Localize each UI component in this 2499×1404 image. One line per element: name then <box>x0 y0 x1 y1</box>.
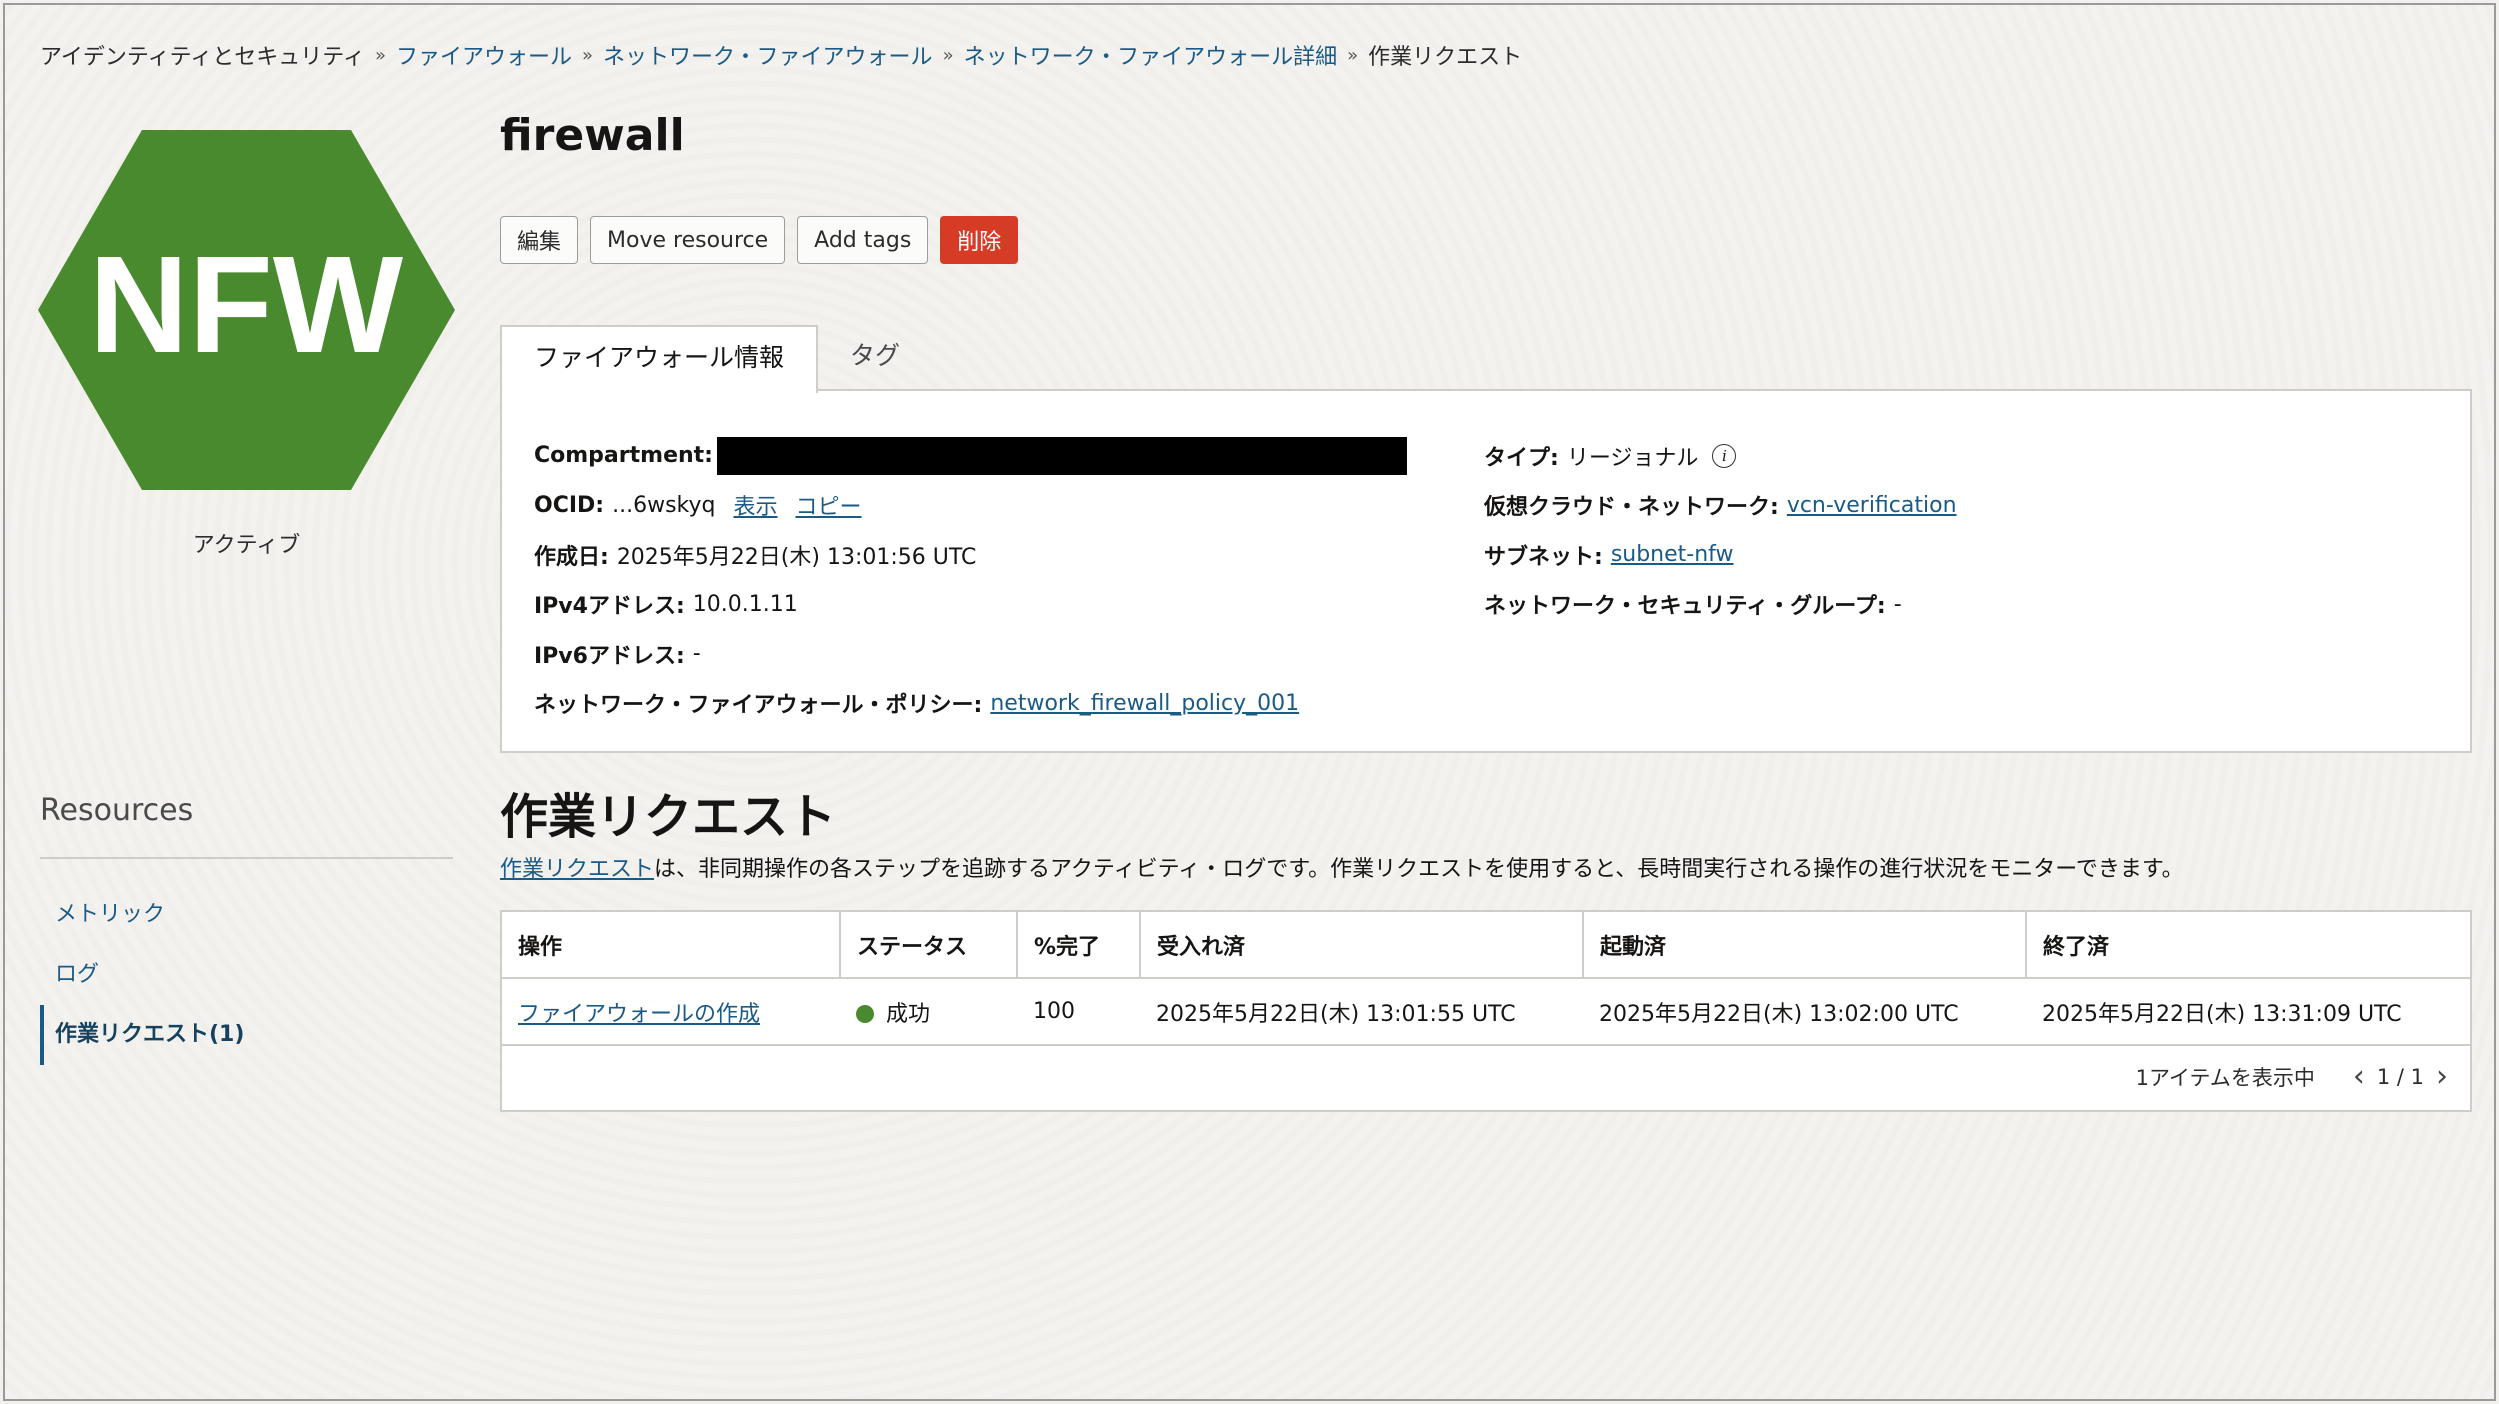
action-toolbar: 編集 Move resource Add tags 削除 <box>500 216 1019 264</box>
info-column-left: Compartment: OCID: ...6wskyq 表示 コピー 作成日:… <box>534 431 1407 728</box>
breadcrumb-network-firewall-details[interactable]: ネットワーク・ファイアウォール詳細 <box>964 39 1338 71</box>
info-ocid: OCID: ...6wskyq 表示 コピー <box>534 481 1407 531</box>
breadcrumb-separator: » <box>374 44 386 66</box>
table-header-row: 操作 ステータス %完了 受入れ済 起動済 終了済 <box>502 912 2470 979</box>
page-indicator: 1 / 1 <box>2376 1065 2424 1089</box>
lifecycle-status: アクティブ <box>192 533 301 558</box>
resources-heading: Resources <box>40 793 194 828</box>
move-resource-button[interactable]: Move resource <box>590 216 786 264</box>
breadcrumb-separator: » <box>1347 44 1359 66</box>
firewall-info-panel: Compartment: OCID: ...6wskyq 表示 コピー 作成日:… <box>500 389 2472 753</box>
info-created: 作成日: 2025年5月22日(木) 13:01:56 UTC <box>534 530 1407 580</box>
column-header-started[interactable]: 起動済 <box>1583 912 2027 979</box>
ocid-value: ...6wskyq <box>612 492 716 518</box>
ocid-label: OCID: <box>534 492 605 518</box>
column-header-status[interactable]: ステータス <box>840 912 1018 979</box>
work-requests-table: 操作 ステータス %完了 受入れ済 起動済 終了済 ファイアウォールの作成 成功… <box>500 910 2472 1112</box>
cell-status: 成功 <box>840 978 1017 1046</box>
cell-accepted: 2025年5月22日(木) 13:01:55 UTC <box>1140 978 1583 1046</box>
resources-item-work-requests[interactable]: 作業リクエスト(1) <box>40 1005 453 1065</box>
table-row: ファイアウォールの作成 成功 100 2025年5月22日(木) 13:01:5… <box>502 978 2470 1046</box>
work-requests-heading: 作業リクエスト <box>500 789 837 845</box>
status-text: 成功 <box>886 1001 931 1027</box>
info-ipv4: IPv4アドレス: 10.0.1.11 <box>534 580 1407 630</box>
ipv4-value: 10.0.1.11 <box>692 591 798 617</box>
work-requests-doc-link[interactable]: 作業リクエスト <box>500 857 654 882</box>
ocid-show-link[interactable]: 表示 <box>733 489 777 521</box>
cell-percent: 100 <box>1017 978 1140 1046</box>
created-label: 作成日: <box>534 544 609 570</box>
ipv6-value: - <box>692 641 701 667</box>
info-column-right: タイプ: リージョナル i 仮想クラウド・ネットワーク: vcn-verific… <box>1484 431 1957 629</box>
breadcrumb-firewall[interactable]: ファイアウォール <box>396 39 572 71</box>
info-vcn: 仮想クラウド・ネットワーク: vcn-verification <box>1484 481 1957 531</box>
type-value: リージョナル <box>1566 445 1699 471</box>
nsg-value: - <box>1893 591 1902 617</box>
cell-finished: 2025年5月22日(木) 13:31:09 UTC <box>2026 978 2470 1046</box>
vcn-link[interactable]: vcn-verification <box>1787 493 1957 518</box>
status-success-dot-icon <box>856 1004 874 1023</box>
breadcrumb-separator: » <box>942 44 954 66</box>
tab-firewall-info[interactable]: ファイアウォール情報 <box>500 325 819 393</box>
tab-tags[interactable]: タグ <box>818 325 932 391</box>
work-requests-description-text: は、非同期操作の各ステップを追跡するアクティビティ・ログです。作業リクエストを使… <box>654 857 2184 882</box>
compartment-redacted-value <box>716 436 1407 475</box>
column-header-finished[interactable]: 終了済 <box>2026 912 2470 979</box>
column-header-percent[interactable]: %完了 <box>1017 912 1141 979</box>
add-tags-button[interactable]: Add tags <box>797 216 929 264</box>
breadcrumb-separator: » <box>581 44 593 66</box>
column-header-accepted[interactable]: 受入れ済 <box>1140 912 1584 979</box>
breadcrumb-network-firewall[interactable]: ネットワーク・ファイアウォール <box>603 39 933 71</box>
policy-link[interactable]: network_firewall_policy_001 <box>990 691 1299 716</box>
resources-divider <box>40 857 453 859</box>
page-frame: アイデンティティとセキュリティ » ファイアウォール » ネットワーク・ファイア… <box>3 3 2496 1401</box>
type-label: タイプ: <box>1484 445 1559 471</box>
breadcrumb-identity-security[interactable]: アイデンティティとセキュリティ <box>40 39 365 71</box>
table-pagination: 1アイテムを表示中 ‹ 1 / 1 › <box>502 1044 2470 1110</box>
column-header-operation[interactable]: 操作 <box>502 912 841 979</box>
info-policy: ネットワーク・ファイアウォール・ポリシー: network_firewall_p… <box>534 679 1407 729</box>
ipv4-label: IPv4アドレス: <box>534 594 685 620</box>
chevron-left-icon[interactable]: ‹ <box>2345 1062 2373 1092</box>
resources-item-logs[interactable]: ログ <box>40 945 453 1005</box>
compartment-label: Compartment: <box>534 443 713 469</box>
cell-operation: ファイアウォールの作成 <box>502 978 840 1046</box>
delete-button[interactable]: 削除 <box>940 216 1019 264</box>
info-nsg: ネットワーク・セキュリティ・グループ: - <box>1484 580 1957 630</box>
info-compartment: Compartment: <box>534 431 1407 481</box>
ipv6-label: IPv6アドレス: <box>534 643 685 669</box>
vcn-label: 仮想クラウド・ネットワーク: <box>1484 495 1779 521</box>
resources-item-metrics[interactable]: メトリック <box>40 885 453 945</box>
operation-link[interactable]: ファイアウォールの作成 <box>518 1002 760 1027</box>
work-requests-description: 作業リクエストは、非同期操作の各ステップを追跡するアクティビティ・ログです。作業… <box>500 851 2184 883</box>
subnet-label: サブネット: <box>1484 544 1603 570</box>
cell-started: 2025年5月22日(木) 13:02:00 UTC <box>1583 978 2026 1046</box>
nsg-label: ネットワーク・セキュリティ・グループ: <box>1484 594 1886 620</box>
resource-hexagon-icon: NFW <box>38 130 455 490</box>
breadcrumb: アイデンティティとセキュリティ » ファイアウォール » ネットワーク・ファイア… <box>40 37 1522 73</box>
edit-button[interactable]: 編集 <box>500 216 579 264</box>
info-subnet: サブネット: subnet-nfw <box>1484 530 1957 580</box>
resources-menu: メトリック ログ 作業リクエスト(1) <box>40 885 453 1065</box>
ocid-copy-link[interactable]: コピー <box>795 489 861 521</box>
details-tabs: ファイアウォール情報 タグ <box>500 325 932 393</box>
created-value: 2025年5月22日(木) 13:01:56 UTC <box>616 544 977 570</box>
page-title: firewall <box>500 110 685 161</box>
chevron-right-icon[interactable]: › <box>2428 1062 2456 1092</box>
info-ipv6: IPv6アドレス: - <box>534 629 1407 679</box>
item-count: 1アイテムを表示中 <box>2135 1066 2315 1090</box>
subnet-link[interactable]: subnet-nfw <box>1611 542 1734 567</box>
info-type: タイプ: リージョナル i <box>1484 431 1957 481</box>
policy-label: ネットワーク・ファイアウォール・ポリシー: <box>534 693 983 719</box>
breadcrumb-current: 作業リクエスト <box>1368 45 1523 70</box>
info-icon[interactable]: i <box>1712 443 1737 468</box>
resource-icon-text: NFW <box>89 228 404 382</box>
